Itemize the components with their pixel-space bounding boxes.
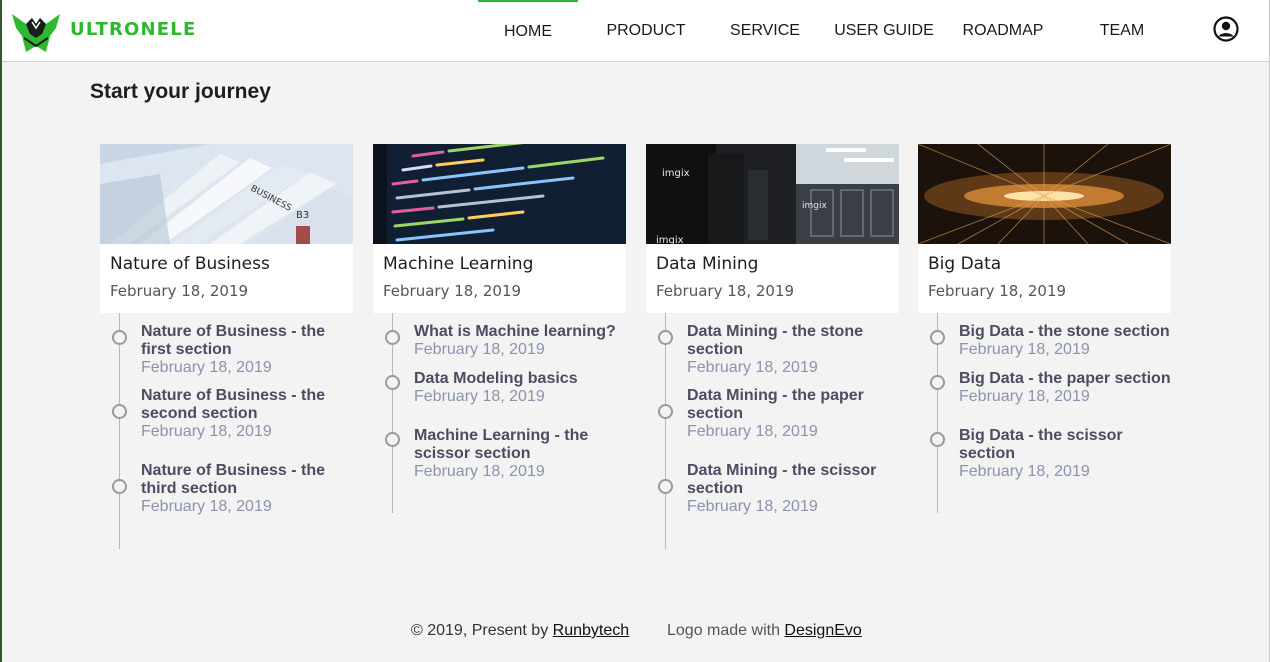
timeline-dot-icon <box>112 330 127 345</box>
section-date: February 18, 2019 <box>141 498 272 515</box>
copyright-text: © 2019, Present by <box>411 622 549 639</box>
section-title[interactable]: What is Machine learning? <box>414 323 626 341</box>
section-title[interactable]: Data Mining - the scissor section <box>687 462 899 498</box>
timeline-dot-icon <box>112 479 127 494</box>
course-title: Big Data <box>928 254 1002 274</box>
course-card[interactable]: Big Data February 18, 2019 <box>918 144 1171 313</box>
data-light-image <box>918 144 1171 244</box>
course-date: February 18, 2019 <box>928 282 1067 300</box>
section-item[interactable]: Data Mining - the scissor section Februa… <box>646 462 899 537</box>
svg-text:imgix: imgix <box>662 168 690 179</box>
timeline-dot-icon <box>658 479 673 494</box>
section-date: February 18, 2019 <box>141 359 272 376</box>
section-title[interactable]: Big Data - the stone section <box>959 323 1171 341</box>
course-title: Machine Learning <box>383 254 534 274</box>
course-column: Big Data February 18, 2019 Big Data - th… <box>918 144 1171 513</box>
section-timeline: Big Data - the stone section February 18… <box>918 313 1171 513</box>
nav-team[interactable]: TEAM <box>1072 0 1172 61</box>
section-timeline: Data Mining - the stone section February… <box>646 313 899 549</box>
course-title: Nature of Business <box>110 254 270 274</box>
course-card[interactable]: BUSINESS B3 Nature of Business February … <box>100 144 353 313</box>
page-footer: © 2019, Present by Runbytech Logo made w… <box>0 622 1270 642</box>
section-item[interactable]: Big Data - the stone section February 18… <box>918 313 1171 370</box>
course-card[interactable]: imgix imgix imgix Data Mining February 1… <box>646 144 899 313</box>
section-date: February 18, 2019 <box>414 463 545 480</box>
section-title[interactable]: Nature of Business - the second section <box>141 387 353 423</box>
timeline-dot-icon <box>930 375 945 390</box>
eagle-logo-icon[interactable] <box>10 8 62 54</box>
brand-name[interactable]: ULTRONELE <box>70 19 196 40</box>
timeline-dot-icon <box>112 404 127 419</box>
course-column: BUSINESS B3 Nature of Business February … <box>100 144 353 549</box>
code-screen-image <box>373 144 626 244</box>
section-title[interactable]: Machine Learning - the scissor section <box>414 427 626 463</box>
timeline-dot-icon <box>385 432 400 447</box>
window-left-edge <box>0 0 2 662</box>
section-title[interactable]: Big Data - the paper section <box>959 370 1171 388</box>
timeline-dot-icon <box>658 330 673 345</box>
section-item[interactable]: Data Mining - the stone section February… <box>646 313 899 387</box>
course-date: February 18, 2019 <box>383 282 522 300</box>
nav-home[interactable]: HOME <box>478 0 578 61</box>
course-title: Data Mining <box>656 254 759 274</box>
section-item[interactable]: Data Mining - the paper section February… <box>646 387 899 462</box>
nav-user-guide[interactable]: USER GUIDE <box>834 0 934 61</box>
newspaper-image: BUSINESS B3 <box>100 144 353 244</box>
section-date: February 18, 2019 <box>959 388 1090 405</box>
runbytech-link[interactable]: Runbytech <box>553 622 630 639</box>
page-title: Start your journey <box>90 80 271 103</box>
section-date: February 18, 2019 <box>414 341 545 358</box>
section-timeline: Nature of Business - the first section F… <box>100 313 353 549</box>
footer-logo-credit: Logo made with DesignEvo <box>667 622 862 640</box>
designevo-link[interactable]: DesignEvo <box>784 622 861 639</box>
section-item[interactable]: Nature of Business - the second section … <box>100 387 353 462</box>
server-room-image: imgix imgix imgix <box>646 144 899 244</box>
section-date: February 18, 2019 <box>687 498 818 515</box>
section-title[interactable]: Data Modeling basics <box>414 370 626 388</box>
section-date: February 18, 2019 <box>414 388 545 405</box>
svg-text:imgix: imgix <box>656 235 684 244</box>
section-item[interactable]: Big Data - the scissor section February … <box>918 427 1171 502</box>
section-item[interactable]: Nature of Business - the third section F… <box>100 462 353 537</box>
course-date: February 18, 2019 <box>656 282 795 300</box>
timeline-dot-icon <box>385 330 400 345</box>
nav-service[interactable]: SERVICE <box>715 0 815 61</box>
svg-text:B3: B3 <box>296 210 309 221</box>
section-date: February 18, 2019 <box>687 359 818 376</box>
section-title[interactable]: Big Data - the scissor section <box>959 427 1171 463</box>
timeline-dot-icon <box>385 375 400 390</box>
timeline-dot-icon <box>658 404 673 419</box>
nav-roadmap[interactable]: ROADMAP <box>953 0 1053 61</box>
section-item[interactable]: Data Modeling basics February 18, 2019 <box>373 370 626 427</box>
section-item[interactable]: Big Data - the paper section February 18… <box>918 370 1171 427</box>
footer-copyright: © 2019, Present by Runbytech <box>411 622 629 640</box>
section-date: February 18, 2019 <box>959 341 1090 358</box>
section-timeline: What is Machine learning? February 18, 2… <box>373 313 626 513</box>
section-title[interactable]: Nature of Business - the third section <box>141 462 353 498</box>
timeline-dot-icon <box>930 432 945 447</box>
section-title[interactable]: Data Mining - the stone section <box>687 323 899 359</box>
svg-text:imgix: imgix <box>802 201 827 211</box>
section-date: February 18, 2019 <box>141 423 272 440</box>
section-title[interactable]: Data Mining - the paper section <box>687 387 899 423</box>
course-column: Machine Learning February 18, 2019 What … <box>373 144 626 513</box>
section-item[interactable]: Machine Learning - the scissor section F… <box>373 427 626 502</box>
section-item[interactable]: Nature of Business - the first section F… <box>100 313 353 387</box>
account-circle-icon[interactable] <box>1213 16 1239 42</box>
timeline-dot-icon <box>930 330 945 345</box>
section-date: February 18, 2019 <box>959 463 1090 480</box>
section-item[interactable]: What is Machine learning? February 18, 2… <box>373 313 626 370</box>
course-column: imgix imgix imgix Data Mining February 1… <box>646 144 899 549</box>
section-title[interactable]: Nature of Business - the first section <box>141 323 353 359</box>
top-header: ULTRONELE HOME PRODUCT SERVICE USER GUID… <box>2 0 1269 62</box>
course-date: February 18, 2019 <box>110 282 249 300</box>
logo-credit-text: Logo made with <box>667 622 780 639</box>
nav-product[interactable]: PRODUCT <box>596 0 696 61</box>
course-card[interactable]: Machine Learning February 18, 2019 <box>373 144 626 313</box>
section-date: February 18, 2019 <box>687 423 818 440</box>
